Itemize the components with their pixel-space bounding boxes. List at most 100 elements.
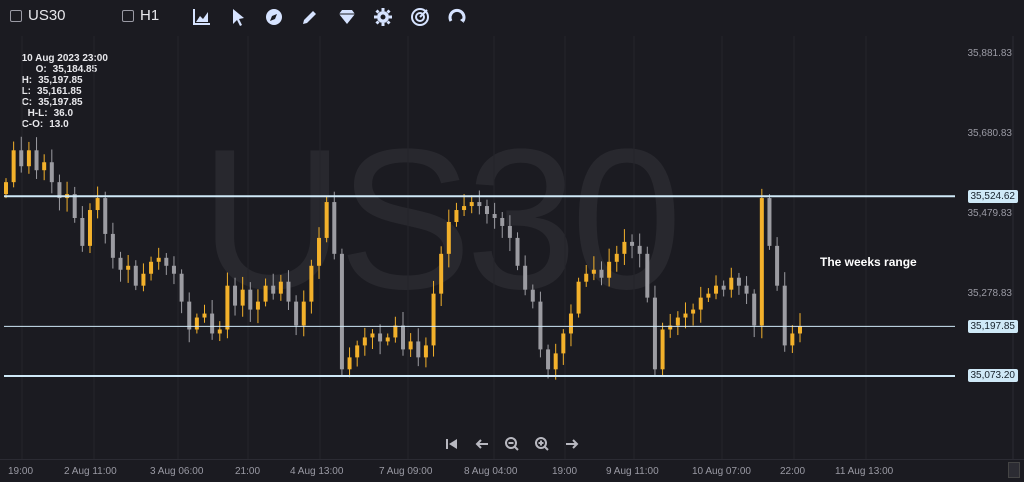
candle-body [301,301,306,326]
candle-body [614,253,619,262]
candle-body [759,198,764,326]
candle-body [561,333,566,354]
candle-body [637,245,642,254]
candle-body [729,277,734,290]
time-tick: 9 Aug 11:00 [606,466,659,477]
candle-body [469,202,474,207]
candle-body [568,313,573,334]
candle-body [706,293,711,298]
candle-body [11,150,16,183]
candle-body [42,162,47,171]
candle-body [171,265,176,274]
time-tick: 22:00 [780,466,806,477]
candle-body [317,237,322,266]
candle-body [255,301,260,310]
candle-body [49,162,54,183]
candle-body [210,313,215,334]
candle-body [790,333,795,346]
axis-corner[interactable] [1008,462,1020,478]
candle-body [698,297,703,310]
candle-body [515,237,520,266]
candle-body [370,333,375,338]
candle-body [194,317,199,330]
candle-body [72,194,77,218]
candle-body [286,281,291,302]
candle-body [80,217,85,246]
candle-body [339,253,344,370]
candle-body [660,329,665,370]
time-tick: 11 Aug 13:00 [835,466,894,477]
candle-body [736,277,741,286]
candle-body [530,289,535,302]
arrow-right-icon[interactable] [564,436,580,452]
candle-body [523,265,528,290]
candle-body [675,317,680,326]
candle-body [492,214,497,218]
candle-body [347,357,352,370]
price-tick: 35,680.83 [967,128,1013,139]
candle-body [431,293,436,346]
candle-body [484,206,489,215]
candle-body [103,198,108,234]
candle-body [714,285,719,294]
candle-body [454,210,459,222]
candle-body [187,301,192,330]
range-annotation[interactable]: The weeks range [820,255,917,269]
candle-body [4,182,8,195]
candle-body [401,325,405,350]
level-tag-upper[interactable]: 35,524.62 [967,190,1018,203]
zoom-in-icon[interactable] [534,436,550,452]
time-tick: 4 Aug 13:00 [290,466,344,477]
candle-body [233,285,238,306]
candle-body [271,285,276,294]
candle-body [607,261,612,278]
candle-body [355,345,360,358]
zoom-out-icon[interactable] [504,436,520,452]
candle-body [423,345,428,358]
candle-body [164,257,169,266]
time-tick: 8 Aug 04:00 [464,466,518,477]
candle-body [416,341,421,358]
candle-body [576,281,581,314]
candle-body [408,341,413,350]
price-tick: 35,278.83 [967,288,1013,299]
level-tag-lower[interactable]: 35,073.20 [967,369,1018,382]
level-tag-current[interactable]: 35,197.85 [967,320,1018,333]
price-chart[interactable] [0,0,1024,459]
candle-body [19,150,24,167]
time-axis[interactable]: 19:00 2 Aug 11:00 3 Aug 06:00 21:00 4 Au… [0,459,1024,482]
time-tick: 10 Aug 07:00 [692,466,751,477]
price-tick: 35,881.83 [967,48,1013,59]
candle-body [240,289,245,306]
time-tick: 2 Aug 11:00 [64,466,117,477]
arrow-left-icon[interactable] [474,436,490,452]
candle-body [546,349,551,370]
chart-navigation [444,436,580,452]
candle-body [691,309,696,314]
candle-body [752,293,757,326]
candle-body [248,289,253,310]
candle-body [332,202,337,254]
candle-body [95,198,100,211]
candle-body [775,245,780,286]
candle-body [110,233,115,258]
candle-body [744,285,749,294]
candle-body [179,273,184,302]
time-tick: 19:00 [8,466,34,477]
candle-body [622,241,627,254]
candle-body [599,269,604,278]
candle-body [156,257,161,262]
candle-body [630,241,635,246]
candle-body [225,285,230,330]
candle-body [149,261,154,274]
price-tick: 35,479.83 [967,208,1013,219]
time-tick: 7 Aug 09:00 [379,466,433,477]
candle-body [309,265,314,302]
go-start-icon[interactable] [444,436,460,452]
candle-body [683,313,688,318]
candle-body [141,273,146,286]
candle-body [507,225,512,238]
candle-body [378,333,383,342]
candle-body [133,265,138,286]
candle-body [126,265,131,270]
